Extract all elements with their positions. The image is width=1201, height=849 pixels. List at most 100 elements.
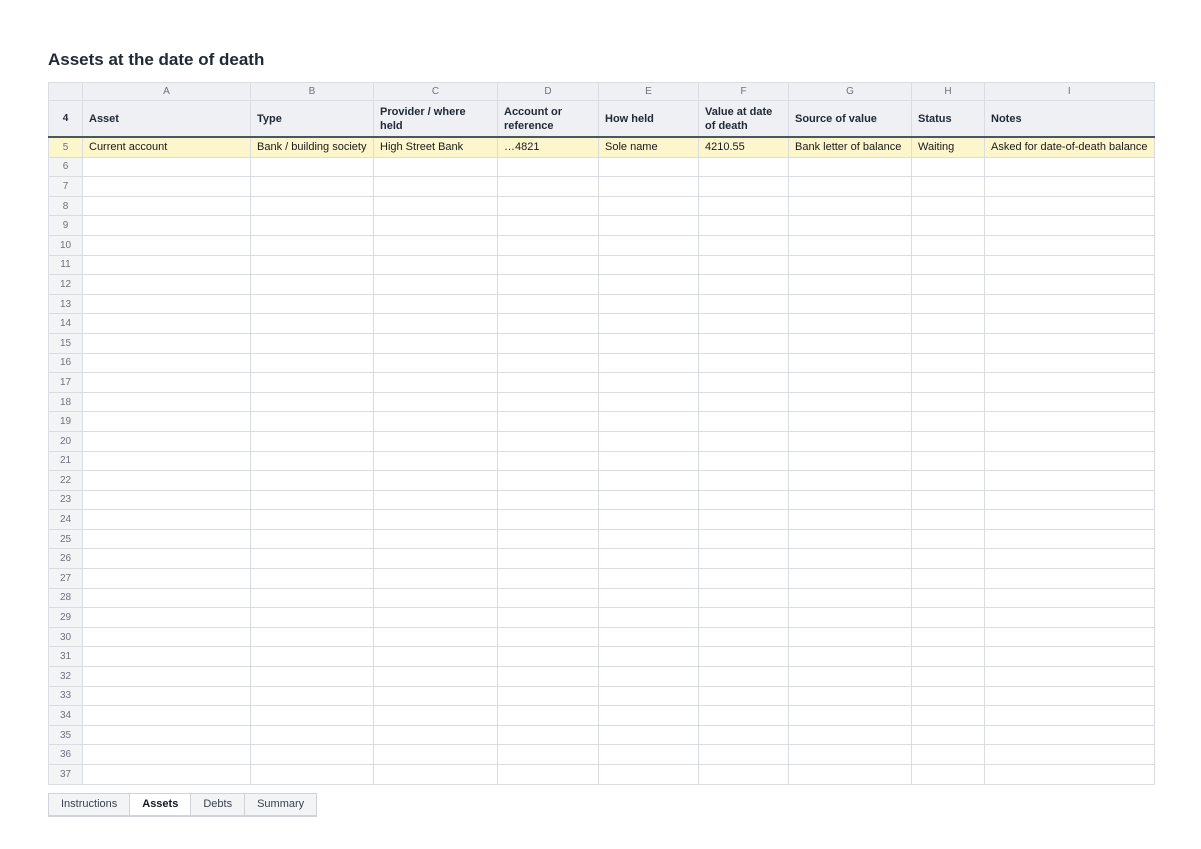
cell[interactable] xyxy=(788,744,912,765)
row-number[interactable]: 23 xyxy=(48,489,83,511)
cell[interactable] xyxy=(984,391,1155,413)
cell[interactable] xyxy=(82,254,251,276)
cell[interactable] xyxy=(984,489,1155,511)
cell[interactable] xyxy=(598,528,699,550)
cell[interactable] xyxy=(911,215,985,236)
cell[interactable] xyxy=(698,607,789,628)
cell[interactable] xyxy=(497,234,599,256)
cell[interactable] xyxy=(497,705,599,726)
row-number[interactable]: 27 xyxy=(48,568,83,589)
row-number[interactable]: 29 xyxy=(48,607,83,628)
cell[interactable] xyxy=(82,528,251,550)
cell[interactable] xyxy=(698,430,789,452)
cell[interactable] xyxy=(497,293,599,315)
row-number[interactable]: 30 xyxy=(48,626,83,648)
cell[interactable] xyxy=(82,705,251,726)
cell[interactable] xyxy=(598,744,699,765)
row-number[interactable]: 25 xyxy=(48,528,83,550)
cell[interactable] xyxy=(250,724,374,746)
cell[interactable] xyxy=(788,685,912,707)
select-all-corner[interactable] xyxy=(48,82,83,101)
row-number[interactable]: 11 xyxy=(48,254,83,276)
cell[interactable] xyxy=(911,607,985,628)
cell[interactable] xyxy=(698,352,789,374)
cell[interactable] xyxy=(250,430,374,452)
cell[interactable] xyxy=(598,352,699,374)
cell[interactable] xyxy=(497,646,599,668)
field-header[interactable]: Value at date of death xyxy=(698,100,789,138)
cell[interactable] xyxy=(788,705,912,726)
cell[interactable] xyxy=(698,332,789,354)
cell[interactable]: High Street Bank xyxy=(373,136,498,158)
cell[interactable] xyxy=(82,470,251,491)
cell[interactable] xyxy=(497,587,599,609)
cell[interactable] xyxy=(250,587,374,609)
cell[interactable] xyxy=(497,626,599,648)
cell[interactable] xyxy=(373,724,498,746)
cell[interactable] xyxy=(984,744,1155,765)
cell[interactable] xyxy=(598,685,699,707)
cell[interactable] xyxy=(788,666,912,687)
cell[interactable] xyxy=(698,391,789,413)
cell[interactable] xyxy=(911,372,985,393)
cell[interactable] xyxy=(698,450,789,472)
cell[interactable] xyxy=(373,195,498,217)
cell[interactable] xyxy=(598,548,699,570)
cell[interactable] xyxy=(250,685,374,707)
cell[interactable] xyxy=(984,646,1155,668)
row-number[interactable]: 24 xyxy=(48,509,83,530)
cell[interactable] xyxy=(373,705,498,726)
cell[interactable] xyxy=(250,274,374,295)
cell[interactable] xyxy=(698,156,789,178)
cell[interactable] xyxy=(788,411,912,432)
row-number[interactable]: 36 xyxy=(48,744,83,765)
cell[interactable] xyxy=(698,411,789,432)
cell[interactable] xyxy=(497,548,599,570)
cell[interactable] xyxy=(911,626,985,648)
cell[interactable] xyxy=(82,215,251,236)
cell[interactable] xyxy=(373,489,498,511)
cell[interactable] xyxy=(497,528,599,550)
row-number[interactable]: 35 xyxy=(48,724,83,746)
cell[interactable] xyxy=(497,666,599,687)
cell[interactable] xyxy=(788,509,912,530)
cell[interactable] xyxy=(373,352,498,374)
cell[interactable] xyxy=(911,587,985,609)
cell[interactable] xyxy=(373,313,498,334)
cell[interactable] xyxy=(788,391,912,413)
cell[interactable] xyxy=(373,548,498,570)
cell[interactable] xyxy=(698,666,789,687)
cell[interactable] xyxy=(698,313,789,334)
cell[interactable] xyxy=(250,391,374,413)
cell[interactable] xyxy=(250,744,374,765)
cell[interactable] xyxy=(373,450,498,472)
cell[interactable] xyxy=(82,626,251,648)
cell[interactable] xyxy=(911,411,985,432)
cell[interactable] xyxy=(698,744,789,765)
cell[interactable] xyxy=(497,764,599,785)
cell[interactable] xyxy=(984,156,1155,178)
cell[interactable] xyxy=(911,764,985,785)
row-number[interactable]: 17 xyxy=(48,372,83,393)
cell[interactable] xyxy=(911,254,985,276)
cell[interactable] xyxy=(698,764,789,785)
cell[interactable] xyxy=(82,411,251,432)
cell[interactable] xyxy=(82,607,251,628)
cell[interactable] xyxy=(698,587,789,609)
cell[interactable]: Current account xyxy=(82,136,251,158)
row-number[interactable]: 13 xyxy=(48,293,83,315)
cell[interactable] xyxy=(373,156,498,178)
cell[interactable] xyxy=(82,195,251,217)
column-header-f[interactable]: F xyxy=(698,82,789,101)
column-header-d[interactable]: D xyxy=(497,82,599,101)
cell[interactable] xyxy=(373,274,498,295)
cell[interactable] xyxy=(598,195,699,217)
cell[interactable] xyxy=(250,764,374,785)
cell[interactable] xyxy=(497,274,599,295)
cell[interactable] xyxy=(698,234,789,256)
cell[interactable] xyxy=(984,626,1155,648)
cell[interactable] xyxy=(698,176,789,197)
cell[interactable] xyxy=(497,744,599,765)
row-number[interactable]: 26 xyxy=(48,548,83,570)
cell[interactable] xyxy=(598,666,699,687)
